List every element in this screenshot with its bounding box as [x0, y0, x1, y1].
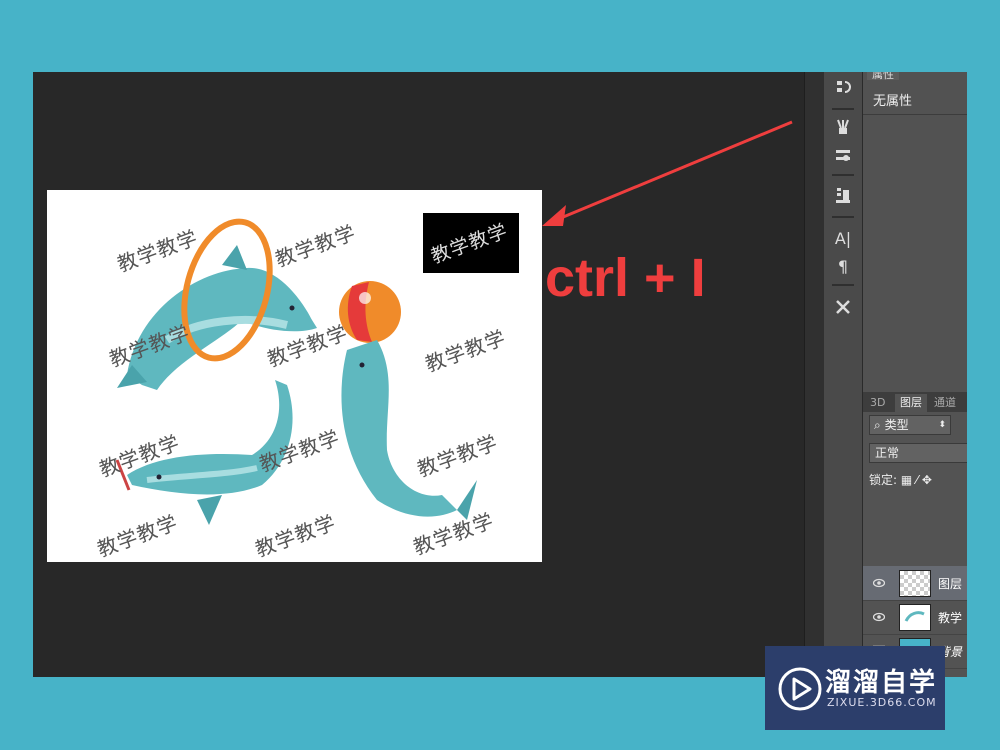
panel-divider[interactable] [804, 72, 825, 677]
brand-url: ZIXUE.3D66.COM [827, 696, 937, 709]
tab-layers[interactable]: 图层 [895, 394, 927, 412]
brand-badge: 溜溜自学 ZIXUE.3D66.COM [765, 646, 945, 730]
tool-presets-icon[interactable] [828, 142, 858, 168]
inverted-selection[interactable]: 教学教学 [423, 213, 519, 273]
history-icon[interactable] [828, 74, 858, 100]
layer-row[interactable]: 图层 [863, 566, 967, 601]
layer-thumbnail [899, 570, 931, 597]
properties-tab[interactable]: 属性 [867, 72, 899, 81]
no-properties-label: 无属性 [873, 94, 913, 109]
clone-source-icon[interactable] [828, 182, 858, 208]
tab-3d[interactable]: 3D [865, 394, 890, 412]
layer-name[interactable]: 教学 [938, 609, 962, 626]
blend-mode-select[interactable]: 正常 [869, 443, 967, 463]
search-icon: ⌕ [874, 418, 881, 432]
panel-icon-strip: A| ¶ [824, 72, 863, 677]
selection-watermark-text: 教学教学 [428, 219, 511, 268]
chevron-updown-icon: ⬍ [938, 420, 946, 430]
layer-thumbnail [899, 604, 931, 631]
photoshop-window: 教学教学 教学教学 教学教学 教学教学 教学教学 教学教学 教学教学 教学教学 … [33, 72, 967, 677]
layer-name[interactable]: 图层 [938, 575, 962, 592]
filter-label: 类型 [884, 418, 909, 432]
properties-panel: 属性 无属性 [863, 72, 967, 392]
eye-icon[interactable] [873, 612, 885, 622]
document-canvas[interactable]: 教学教学 教学教学 教学教学 教学教学 教学教学 教学教学 教学教学 教学教学 … [47, 190, 542, 562]
lock-label: 锁定: [869, 473, 898, 487]
paragraph-icon[interactable]: ¶ [828, 253, 858, 279]
play-icon [778, 667, 822, 711]
brush-presets-icon[interactable] [828, 114, 858, 140]
layers-panel: 3D 图层 通道 ⌕ 类型 ⬍ 正常 锁定: ▦ ⁄ ✥ 图层 教学 背景 [863, 392, 967, 677]
lock-brush-icon[interactable]: ⁄ [916, 473, 918, 487]
lock-move-icon[interactable]: ✥ [922, 473, 932, 487]
character-icon[interactable]: A| [828, 225, 858, 251]
layer-row[interactable]: 教学 [863, 600, 967, 635]
layers-panel-tabs: 3D 图层 通道 [863, 392, 967, 412]
eye-icon[interactable] [873, 578, 885, 588]
tab-channels[interactable]: 通道 [929, 394, 961, 412]
tools-icon[interactable] [828, 294, 858, 320]
layer-filter-select[interactable]: ⌕ 类型 ⬍ [869, 415, 951, 435]
lock-transparency-icon[interactable]: ▦ [901, 473, 912, 487]
brand-name: 溜溜自学 [825, 668, 938, 698]
lock-row: 锁定: ▦ ⁄ ✥ [869, 471, 932, 488]
